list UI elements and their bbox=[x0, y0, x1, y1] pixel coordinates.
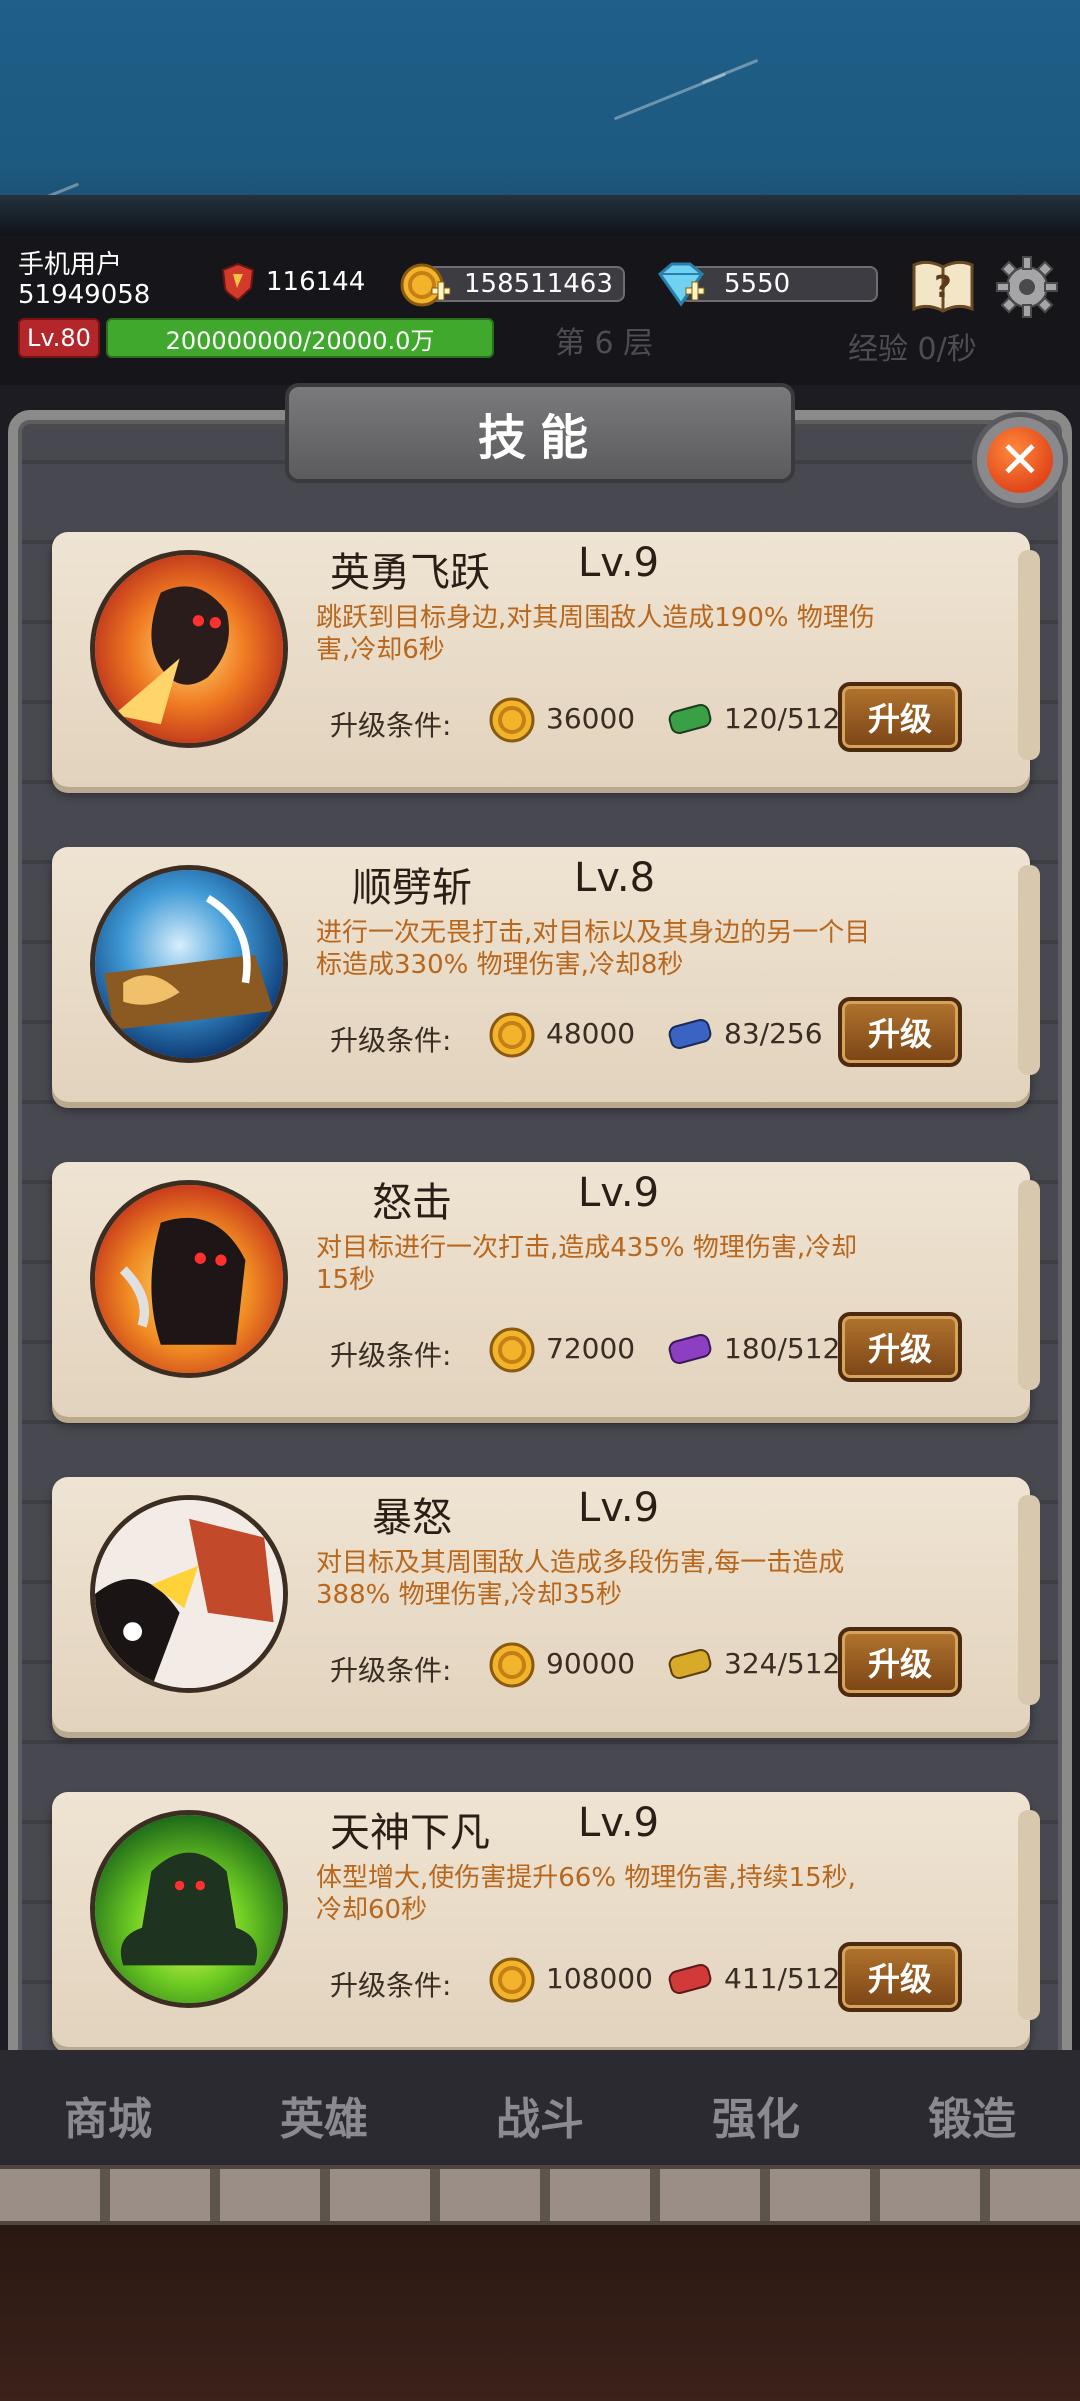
gold-cost: 108000 bbox=[546, 1962, 653, 1995]
svg-text:?: ? bbox=[934, 270, 951, 305]
gold-coin-icon bbox=[489, 1327, 535, 1373]
card-edge bbox=[1018, 550, 1040, 760]
nav-tab-enhance[interactable]: 强化 bbox=[656, 2070, 856, 2160]
upgrade-requirement-label: 升级条件: bbox=[330, 709, 452, 742]
skill-level: Lv.9 bbox=[578, 1800, 660, 1846]
brick-wall bbox=[0, 2165, 1080, 2225]
skill-card: 天神下凡 Lv.9 体型增大,使伤害提升66% 物理伤害,持续15秒,冷却60秒… bbox=[52, 1792, 1040, 2047]
skill-portrait-angry-strike bbox=[90, 1180, 288, 1378]
scroll-progress: 324/512 bbox=[724, 1647, 841, 1680]
scroll-fill bbox=[668, 703, 712, 735]
gold-cost: 72000 bbox=[546, 1332, 636, 1365]
card-edge bbox=[1018, 1495, 1040, 1705]
skill-scroll-icon bbox=[668, 1018, 712, 1050]
skill-description: 跳跃到目标身边,对其周围敌人造成190% 物理伤害,冷却6秒 bbox=[316, 603, 875, 665]
skill-level: Lv.9 bbox=[578, 540, 660, 586]
skill-description: 对目标进行一次打击,造成435% 物理伤害,冷却15秒 bbox=[316, 1233, 858, 1295]
username: 手机用户 bbox=[18, 250, 123, 280]
skill-scroll-icon bbox=[668, 1963, 712, 1995]
level-badge: Lv.80 bbox=[18, 318, 100, 358]
gold-coin-plus-icon[interactable] bbox=[398, 258, 452, 312]
xp-bar: 200000000/20000.0万 bbox=[106, 318, 494, 358]
scroll-progress: 120/512 bbox=[724, 702, 841, 735]
scroll-fill bbox=[668, 1648, 712, 1680]
skill-level: Lv.8 bbox=[574, 855, 656, 901]
scroll-progress: 83/256 bbox=[724, 1017, 823, 1050]
card-edge bbox=[1018, 865, 1040, 1075]
skill-portrait-rage bbox=[90, 1495, 288, 1693]
gold-cost: 48000 bbox=[546, 1017, 636, 1050]
scroll-fill bbox=[668, 1333, 712, 1365]
gold-value: 158511463 bbox=[464, 269, 613, 299]
skill-portrait-cleave bbox=[90, 865, 288, 1063]
power-stat: 116144 bbox=[220, 262, 365, 302]
skill-name: 怒击 bbox=[372, 1180, 452, 1226]
upgrade-requirement-label: 升级条件: bbox=[330, 1654, 452, 1687]
sky-background bbox=[0, 0, 1080, 235]
scroll-fill bbox=[668, 1018, 712, 1050]
skill-description: 进行一次无畏打击,对目标以及其身边的另一个目标造成330% 物理伤害,冷却8秒 bbox=[316, 918, 871, 980]
close-button[interactable]: ✕ bbox=[972, 412, 1068, 508]
gold-coin-icon bbox=[489, 1012, 535, 1058]
upgrade-button[interactable]: 升级 bbox=[838, 997, 962, 1067]
panel-title: 技能 bbox=[477, 410, 602, 466]
skill-level: Lv.9 bbox=[578, 1170, 660, 1216]
ground-strip bbox=[0, 195, 1080, 235]
skill-name: 英勇飞跃 bbox=[330, 550, 490, 596]
skill-card: 顺劈斩 Lv.8 进行一次无畏打击,对目标以及其身边的另一个目标造成330% 物… bbox=[52, 847, 1040, 1102]
gold-coin-icon bbox=[489, 697, 535, 743]
user-id: 51949058 bbox=[18, 280, 151, 310]
gold-cost: 90000 bbox=[546, 1647, 636, 1680]
help-book-icon[interactable]: ? bbox=[910, 255, 976, 315]
upgrade-requirement-label: 升级条件: bbox=[330, 1024, 452, 1057]
power-value: 116144 bbox=[266, 267, 366, 297]
upgrade-button[interactable]: 升级 bbox=[838, 1942, 962, 2012]
floor-label: 第 6 层 bbox=[555, 326, 654, 361]
skill-description: 对目标及其周围敌人造成多段伤害,每一击造成 388% 物理伤害,冷却35秒 bbox=[316, 1548, 845, 1610]
scroll-progress: 180/512 bbox=[724, 1332, 841, 1365]
skill-card: 暴怒 Lv.9 对目标及其周围敌人造成多段伤害,每一击造成 388% 物理伤害,… bbox=[52, 1477, 1040, 1732]
skill-name: 天神下凡 bbox=[330, 1810, 490, 1856]
floor-background bbox=[0, 2225, 1080, 2401]
nav-tab-battle[interactable]: 战斗 bbox=[440, 2070, 640, 2160]
skill-level: Lv.9 bbox=[578, 1485, 660, 1531]
diamond-counter[interactable]: 5550 bbox=[680, 266, 878, 302]
upgrade-requirement-label: 升级条件: bbox=[330, 1339, 452, 1372]
skill-scroll-icon bbox=[668, 1648, 712, 1680]
shield-icon bbox=[221, 262, 255, 302]
nav-tab-forge[interactable]: 锻造 bbox=[872, 2070, 1072, 2160]
skill-name: 顺劈斩 bbox=[352, 865, 472, 911]
skill-scroll-icon bbox=[668, 703, 712, 735]
skill-description: 体型增大,使伤害提升66% 物理伤害,持续15秒,冷却60秒 bbox=[316, 1863, 856, 1925]
skill-scroll-icon bbox=[668, 1333, 712, 1365]
scroll-fill bbox=[668, 1963, 712, 1995]
diamond-plus-icon[interactable] bbox=[652, 256, 708, 312]
panel-title-plate: 技能 bbox=[285, 383, 795, 483]
gold-coin-icon bbox=[489, 1957, 535, 2003]
skill-portrait-avatar bbox=[90, 1810, 288, 2008]
gear-icon[interactable] bbox=[995, 255, 1059, 319]
nav-tab-shop[interactable]: 商城 bbox=[8, 2070, 208, 2160]
close-icon: ✕ bbox=[987, 427, 1053, 493]
nav-tab-hero[interactable]: 英雄 bbox=[224, 2070, 424, 2160]
upgrade-button[interactable]: 升级 bbox=[838, 1627, 962, 1697]
exp-rate-label: 经验 0/秒 bbox=[848, 332, 977, 367]
scroll-progress: 411/512 bbox=[724, 1962, 841, 1995]
gold-coin-icon bbox=[489, 1642, 535, 1688]
skill-name: 暴怒 bbox=[372, 1495, 452, 1541]
skill-portrait-heroic-leap bbox=[90, 550, 288, 748]
skill-card: 怒击 Lv.9 对目标进行一次打击,造成435% 物理伤害,冷却15秒 升级条件… bbox=[52, 1162, 1040, 1417]
light-streak bbox=[701, 58, 759, 85]
upgrade-requirement-label: 升级条件: bbox=[330, 1969, 452, 2002]
upgrade-button[interactable]: 升级 bbox=[838, 682, 962, 752]
skill-card: 英勇飞跃 Lv.9 跳跃到目标身边,对其周围敌人造成190% 物理伤害,冷却6秒… bbox=[52, 532, 1040, 787]
gold-cost: 36000 bbox=[546, 702, 636, 735]
card-edge bbox=[1018, 1180, 1040, 1390]
diamond-value: 5550 bbox=[724, 269, 791, 299]
upgrade-button[interactable]: 升级 bbox=[838, 1312, 962, 1382]
card-edge bbox=[1018, 1810, 1040, 2020]
